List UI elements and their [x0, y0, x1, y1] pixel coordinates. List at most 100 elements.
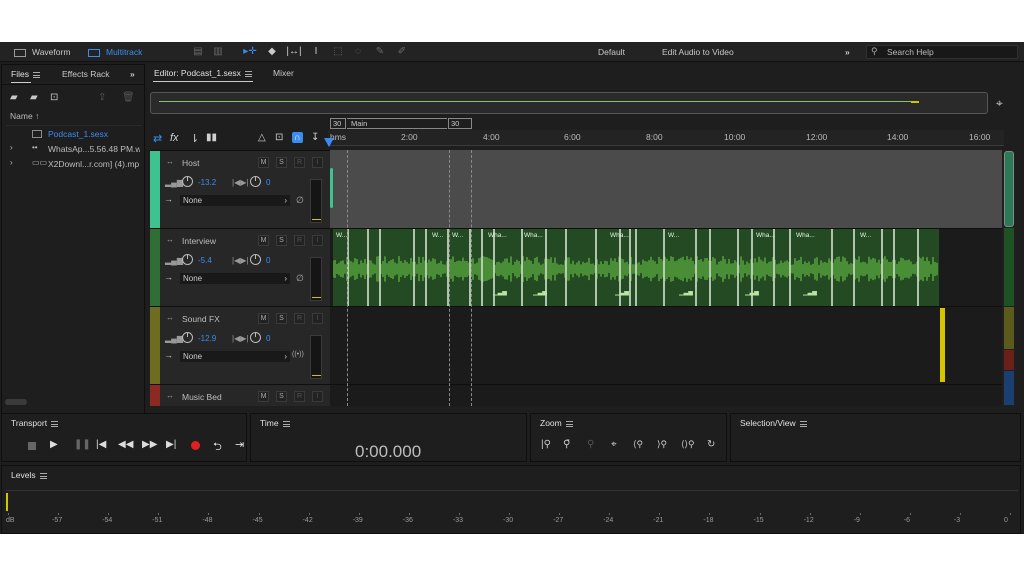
record-arm-button[interactable]: R — [294, 313, 305, 324]
mute-button[interactable]: M — [258, 313, 269, 324]
zoom-both-icon[interactable]: ⟨⟩⚲ — [681, 439, 695, 450]
clip-edge[interactable] — [481, 229, 483, 306]
sound-fx-clip[interactable] — [940, 308, 945, 382]
levels-menu-icon[interactable] — [39, 472, 47, 479]
music-nav-segment[interactable] — [1004, 350, 1014, 370]
open-file-icon[interactable]: ▰ — [10, 92, 18, 103]
eq-icon[interactable]: ▮▮ — [206, 132, 217, 143]
timeline-area[interactable]: W... W... W... Wha... Wha... Wha... W... Wha...… — [330, 150, 1002, 406]
play-icon[interactable]: ▶ — [50, 439, 58, 450]
time-display[interactable]: 0:00.000 — [355, 442, 421, 462]
file-item-video[interactable]: › ▭▭ X2Downl...r.com] (4).mp — [4, 158, 140, 171]
clip-edge[interactable] — [789, 229, 791, 306]
surround-icon[interactable]: ((•)) — [292, 351, 304, 358]
track-name[interactable]: Sound FX — [182, 314, 220, 324]
zoom-out-amplitude-icon[interactable]: ⚲̄ — [563, 439, 570, 450]
track-name[interactable]: Music Bed — [182, 392, 222, 402]
marquee-tool-icon[interactable]: ⬚ — [332, 46, 344, 57]
clip-edge[interactable] — [521, 229, 523, 306]
track-drag-icon[interactable]: ↔ — [166, 157, 174, 166]
pan-value[interactable]: 0 — [266, 334, 270, 343]
solo-button[interactable]: S — [276, 391, 287, 402]
pan-knob[interactable] — [250, 176, 261, 187]
files-menu-icon[interactable] — [32, 71, 40, 78]
volume-knob[interactable] — [182, 176, 193, 187]
pan-value[interactable]: 0 — [266, 256, 270, 265]
host-clip[interactable] — [330, 168, 333, 208]
output-select[interactable]: None › — [180, 351, 290, 362]
pan-knob[interactable] — [250, 254, 261, 265]
track-name[interactable]: Interview — [182, 236, 216, 246]
vertical-zoom-strip[interactable] — [1003, 150, 1015, 406]
skip-silence-icon[interactable]: ⊡ — [275, 132, 283, 143]
clip-edge[interactable] — [709, 229, 711, 306]
record-arm-button[interactable]: R — [294, 391, 305, 402]
clip-edge[interactable] — [595, 229, 597, 306]
monitor-input-button[interactable]: I — [312, 391, 323, 402]
marker-start[interactable]: 30 — [330, 118, 346, 129]
clip-edge[interactable] — [635, 229, 637, 306]
monitor-input-button[interactable]: I — [312, 235, 323, 246]
loop-icon[interactable]: ⮌ — [213, 438, 222, 457]
multitrack-tab[interactable]: Multitrack — [88, 45, 142, 59]
clip-edge[interactable] — [773, 229, 775, 306]
bus-nav-segment[interactable] — [1004, 371, 1014, 405]
clip-edge[interactable] — [565, 229, 567, 306]
effects-rack-tab[interactable]: Effects Rack — [62, 65, 110, 83]
clip-edge[interactable] — [413, 229, 415, 306]
clip-edge[interactable] — [893, 229, 895, 306]
send-icon[interactable]: ⇂ — [190, 132, 199, 145]
pan-knob[interactable] — [250, 332, 261, 343]
files-tab[interactable]: Files — [11, 65, 40, 83]
mute-button[interactable]: M — [258, 391, 269, 402]
output-select[interactable]: None › — [180, 195, 290, 206]
record-icon[interactable] — [191, 441, 200, 450]
interview-nav-segment[interactable] — [1004, 228, 1014, 306]
spot-healing-tool-icon[interactable]: ✐ — [396, 46, 408, 57]
clip-edge[interactable] — [695, 229, 697, 306]
mute-button[interactable]: M — [258, 157, 269, 168]
track-drag-icon[interactable]: ↔ — [166, 313, 174, 322]
stop-icon[interactable] — [28, 442, 36, 450]
host-nav-segment[interactable] — [1004, 151, 1014, 227]
editor-menu-icon[interactable] — [244, 70, 252, 77]
clip-edge[interactable] — [663, 229, 665, 306]
razor-tool-icon[interactable]: ◆ — [266, 46, 278, 57]
spectral-display-icon[interactable]: ▤ — [192, 46, 204, 57]
time-menu-icon[interactable] — [282, 420, 290, 427]
editor-tab[interactable]: Editor: Podcast_1.sesx — [154, 64, 252, 82]
snap-icon[interactable]: ∩ — [292, 132, 303, 143]
solo-button[interactable]: S — [276, 157, 287, 168]
zoom-in-time-icon[interactable]: ⟨⚲ — [633, 439, 643, 450]
phase-invert-icon[interactable]: ∅ — [296, 273, 304, 284]
marker-pin-icon[interactable]: ↧ — [311, 132, 319, 143]
zoom-full-icon[interactable]: ⌖ — [611, 439, 617, 450]
zoom-menu-icon[interactable] — [565, 420, 573, 427]
clip-edge[interactable] — [425, 229, 427, 306]
more-workspaces-icon[interactable]: » — [845, 45, 850, 59]
panel-overflow-icon[interactable]: » — [130, 65, 135, 83]
horizontal-scrollbar[interactable] — [5, 399, 27, 405]
move-tool-icon[interactable]: ▸✛ — [242, 46, 258, 57]
expand-arrow-icon[interactable]: › — [10, 158, 13, 167]
pitch-display-icon[interactable]: ▥ — [212, 46, 224, 57]
search-help-field[interactable]: ⚲ Search Help — [866, 45, 1018, 59]
clip-edge[interactable] — [629, 229, 631, 306]
zoom-reset-icon[interactable]: ↻ — [707, 439, 715, 450]
volume-value[interactable]: -13.2 — [198, 178, 216, 187]
fx-icon[interactable]: fx — [170, 132, 179, 144]
volume-knob[interactable] — [182, 254, 193, 265]
transport-menu-icon[interactable] — [51, 420, 59, 427]
import-file-icon[interactable]: ▰ — [30, 92, 38, 103]
overview-zoom-bar[interactable] — [150, 92, 988, 114]
brush-tool-icon[interactable]: ✎ — [374, 46, 386, 57]
marker-range-main[interactable]: Main — [347, 118, 447, 129]
waveform-tab[interactable]: Waveform — [14, 45, 70, 59]
output-select[interactable]: None › — [180, 273, 290, 284]
solo-button[interactable]: S — [276, 313, 287, 324]
mute-button[interactable]: M — [258, 235, 269, 246]
selection-menu-icon[interactable] — [799, 420, 807, 427]
clip-edge[interactable] — [831, 229, 833, 306]
workspace-default[interactable]: Default — [598, 45, 625, 59]
new-file-icon[interactable]: ⊡ — [50, 92, 58, 103]
